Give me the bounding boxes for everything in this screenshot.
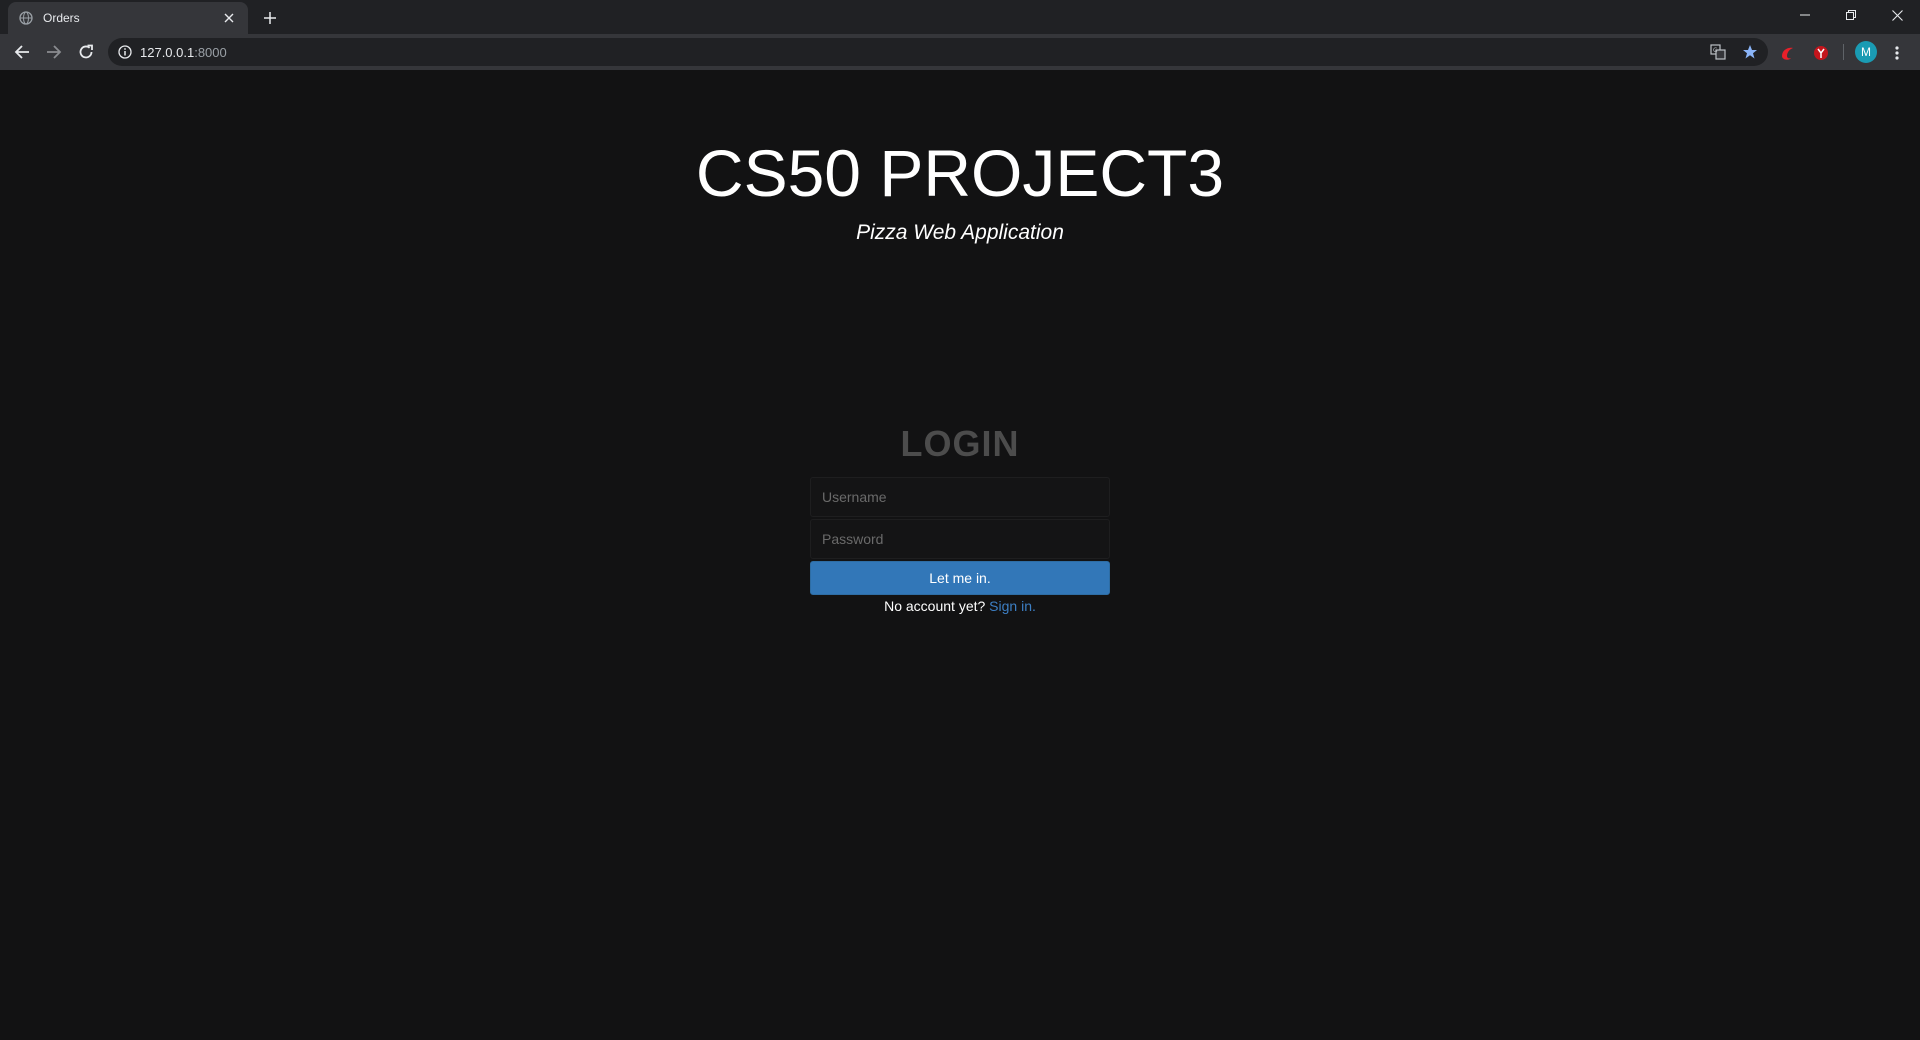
url-host: 127.0.0.1 [140, 44, 195, 60]
username-field[interactable] [810, 477, 1110, 517]
tab-title: Orders [43, 11, 80, 25]
minimize-window-button[interactable] [1782, 0, 1828, 30]
info-icon[interactable] [118, 45, 132, 59]
translate-icon[interactable]: G [1708, 42, 1728, 62]
svg-text:G: G [1713, 47, 1718, 54]
login-heading: LOGIN [900, 423, 1020, 464]
profile-avatar[interactable]: M [1855, 41, 1877, 63]
close-tab-icon[interactable] [220, 9, 238, 27]
page-content: CS50 PROJECT3 Pizza Web Application LOGI… [0, 70, 1920, 1040]
url-text: 127.0.0.1:8000 [140, 45, 227, 60]
browser-chrome: Orders 127.0.0.1:8000 G M [0, 0, 1920, 70]
login-button[interactable]: Let me in. [810, 561, 1110, 595]
no-account-text: No account yet? [884, 598, 986, 614]
tab-strip: Orders [0, 0, 1920, 34]
url-port: :8000 [194, 44, 227, 60]
signup-link[interactable]: Sign in. [989, 598, 1036, 614]
new-tab-button[interactable] [258, 6, 282, 30]
back-arrow-icon[interactable] [8, 38, 36, 66]
page-subtitle: Pizza Web Application [856, 221, 1064, 244]
globe-icon [18, 10, 34, 26]
extension-red-shield-icon[interactable] [1810, 42, 1832, 64]
toolbar-divider [1843, 44, 1844, 60]
close-window-button[interactable] [1874, 0, 1920, 30]
reload-icon[interactable] [72, 38, 100, 66]
page-title: CS50 PROJECT3 [695, 136, 1225, 210]
extension-red-swirl-icon[interactable] [1777, 42, 1799, 64]
forward-arrow-icon[interactable] [40, 38, 68, 66]
tab-orders[interactable]: Orders [8, 2, 248, 34]
bookmark-star-icon[interactable] [1740, 42, 1760, 62]
browser-menu-icon[interactable] [1886, 42, 1908, 64]
signup-prompt: No account yet? Sign in. [810, 598, 1110, 614]
password-field[interactable] [810, 519, 1110, 559]
restore-window-button[interactable] [1828, 0, 1874, 30]
login-form: Let me in. No account yet? Sign in. [810, 477, 1110, 614]
browser-toolbar: 127.0.0.1:8000 G M [0, 34, 1920, 70]
address-bar[interactable]: 127.0.0.1:8000 G [108, 38, 1768, 66]
